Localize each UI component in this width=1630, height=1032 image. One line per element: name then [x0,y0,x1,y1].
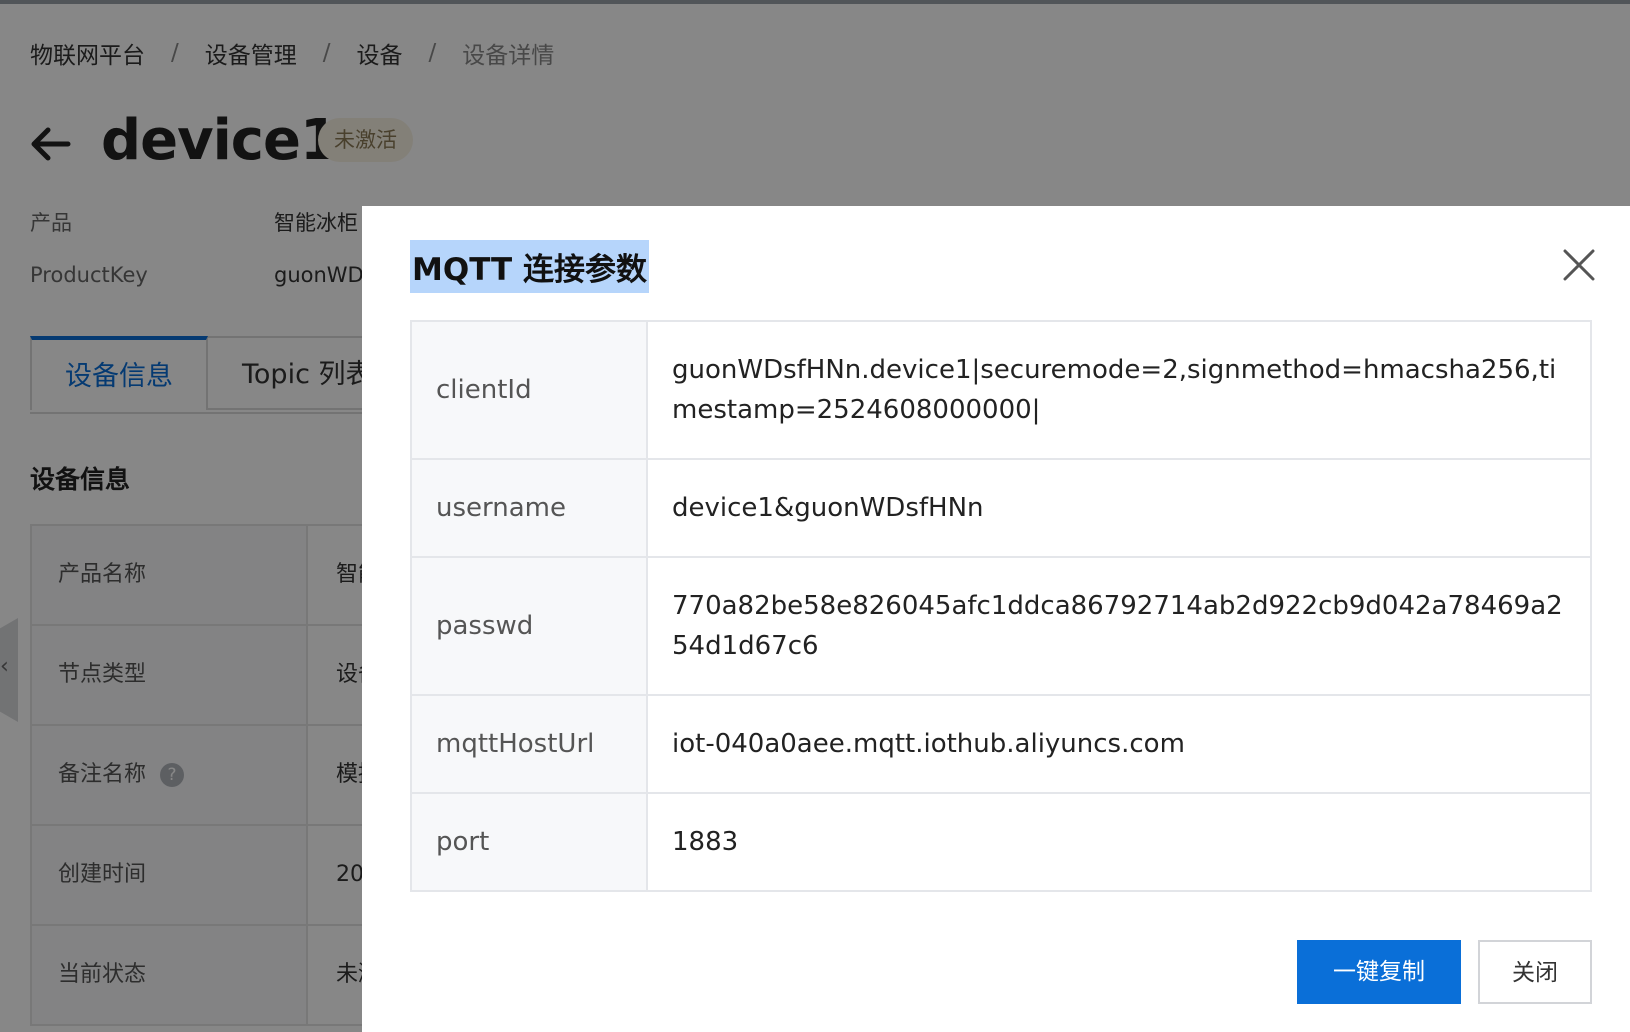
param-key: port [412,794,648,890]
mqtt-params-table: clientId guonWDsfHNn.device1|securemode=… [410,320,1592,892]
table-row: port 1883 [412,794,1590,890]
param-value: 770a82be58e826045afc1ddca86792714ab2d922… [672,591,1563,661]
param-key: passwd [412,558,648,694]
table-row: clientId guonWDsfHNn.device1|securemode=… [412,322,1590,460]
close-button[interactable]: 关闭 [1478,940,1592,1004]
table-row: passwd 770a82be58e826045afc1ddca86792714… [412,558,1590,696]
param-value: 1883 [672,827,739,857]
param-value: guonWDsfHNn.device1|securemode=2,signmet… [672,355,1557,425]
close-icon[interactable] [1562,248,1596,282]
dialog-title: MQTT 连接参数 [410,240,649,293]
table-row: mqttHostUrl iot-040a0aee.mqtt.iothub.ali… [412,696,1590,794]
param-value: device1&guonWDsfHNn [672,493,984,523]
table-row: username device1&guonWDsfHNn [412,460,1590,558]
param-key: username [412,460,648,556]
copy-all-button[interactable]: 一键复制 [1297,940,1461,1004]
mqtt-params-dialog: MQTT 连接参数 clientId guonWDsfHNn.device1|s… [362,206,1630,1032]
param-key: mqttHostUrl [412,696,648,792]
param-value: iot-040a0aee.mqtt.iothub.aliyuncs.com [672,729,1185,759]
param-key: clientId [412,322,648,458]
